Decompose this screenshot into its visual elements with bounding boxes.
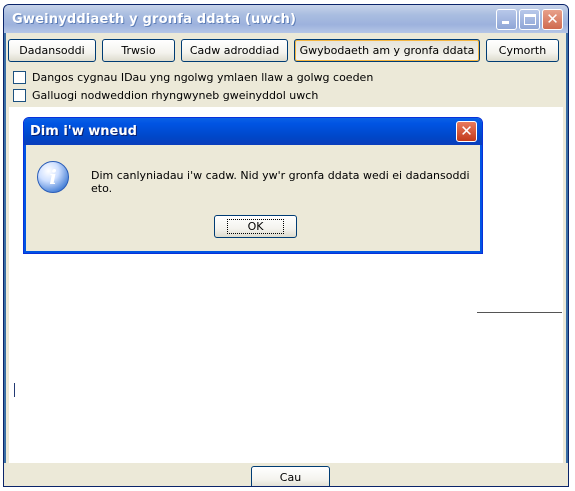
dialog-close-button[interactable]: ✕ xyxy=(456,121,477,142)
option-show-ids[interactable]: Dangos cygnau IDau yng ngolwg ymlaen lla… xyxy=(13,68,373,86)
analyse-button[interactable]: Dadansoddi xyxy=(8,39,96,62)
info-icon: i xyxy=(37,161,69,193)
minimize-icon xyxy=(502,21,509,24)
close-icon: ✕ xyxy=(460,122,473,140)
close-icon: ✕ xyxy=(546,10,559,28)
save-report-button[interactable]: Cadw adroddiad xyxy=(181,39,288,62)
help-button[interactable]: Cymorth xyxy=(486,39,559,62)
advanced-ui-checkbox[interactable] xyxy=(13,88,26,102)
window-titlebar[interactable]: Gweinyddiaeth y gronfa ddata (uwch) ✕ xyxy=(4,5,568,33)
show-ids-label: Dangos cygnau IDau yng ngolwg ymlaen lla… xyxy=(32,70,374,84)
close-button[interactable]: Cau xyxy=(251,466,330,486)
divider xyxy=(477,312,562,313)
window-controls: ✕ xyxy=(496,9,563,30)
message-dialog: Dim i'w wneud ✕ i Dim canlyniadau i'w ca… xyxy=(23,117,483,254)
maximize-button[interactable] xyxy=(519,9,540,30)
dialog-title: Dim i'w wneud xyxy=(30,124,137,139)
ok-label: OK xyxy=(226,219,285,234)
toolbar: Dadansoddi Trwsio Cadw adroddiad Gwyboda… xyxy=(8,39,559,62)
database-info-button[interactable]: Gwybodaeth am y gronfa ddata xyxy=(294,39,480,62)
dialog-body: i Dim canlyniadau i'w cadw. Nid yw'r gro… xyxy=(27,145,479,250)
dialog-titlebar[interactable]: Dim i'w wneud ✕ xyxy=(24,118,482,145)
window-close-button[interactable]: ✕ xyxy=(542,9,563,30)
window-title: Gweinyddiaeth y gronfa ddata (uwch) xyxy=(12,11,297,27)
minimize-button[interactable] xyxy=(496,9,517,30)
repair-button[interactable]: Trwsio xyxy=(102,39,175,62)
options-panel: Dangos cygnau IDau yng ngolwg ymlaen lla… xyxy=(13,68,373,104)
dialog-message: Dim canlyniadau i'w cadw. Nid yw'r gronf… xyxy=(91,169,470,195)
maximize-icon xyxy=(524,14,536,25)
show-ids-checkbox[interactable] xyxy=(13,70,26,84)
option-advanced-ui[interactable]: Galluogi nodweddion rhyngwyneb gweinyddo… xyxy=(13,86,373,104)
cursor-mark xyxy=(14,383,15,397)
ok-button[interactable]: OK xyxy=(214,215,297,238)
advanced-ui-label: Galluogi nodweddion rhyngwyneb gweinyddo… xyxy=(32,88,319,102)
